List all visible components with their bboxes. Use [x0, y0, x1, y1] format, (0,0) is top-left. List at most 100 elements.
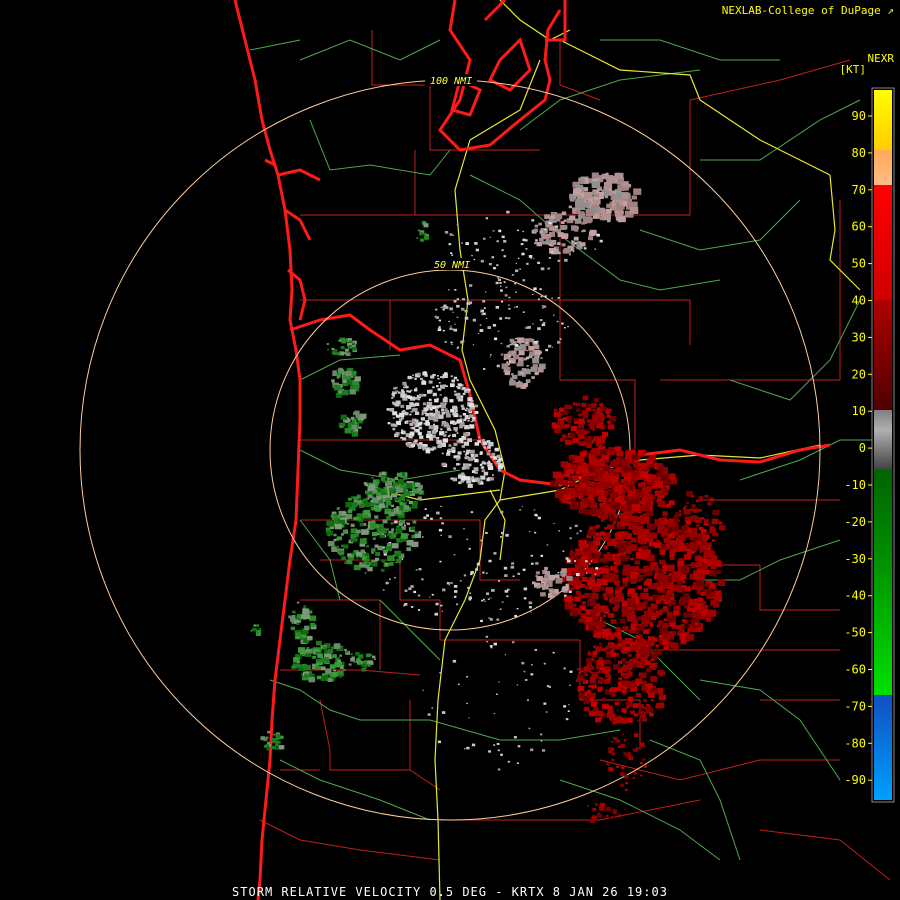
- echo-pixel: [440, 534, 442, 536]
- echo-pixel: [638, 463, 642, 467]
- echo-pixel: [537, 261, 541, 264]
- echo-pixel: [621, 657, 626, 662]
- echo-pixel: [561, 322, 564, 325]
- echo-pixel: [658, 692, 664, 697]
- echo-pixel: [586, 419, 590, 422]
- echo-pixel: [452, 234, 454, 236]
- echo-pixel: [500, 753, 503, 756]
- echo-pixel: [569, 215, 576, 221]
- scale-tick-label: 50: [852, 257, 866, 271]
- echo-pixel: [635, 747, 639, 750]
- echo-pixel: [621, 606, 628, 612]
- echo-pixel: [583, 247, 587, 250]
- echo-pixel: [431, 593, 434, 596]
- echo-pixel: [604, 195, 609, 199]
- echo-pixel: [614, 210, 623, 217]
- echo-pixel: [526, 262, 529, 265]
- echo-pixel: [562, 249, 568, 254]
- echo-pixel: [617, 635, 622, 639]
- echo-pixel: [646, 523, 656, 531]
- echo-pixel: [395, 386, 398, 389]
- echo-pixel: [511, 352, 514, 355]
- echo-pixel: [608, 747, 613, 751]
- echo-pixel: [636, 624, 645, 632]
- echo-pixel: [568, 590, 572, 593]
- echo-pixel: [363, 509, 371, 516]
- echo-pixel: [351, 424, 358, 430]
- echo-pixel: [597, 578, 603, 584]
- echo-pixel: [696, 626, 703, 632]
- echo-pixel: [655, 610, 663, 616]
- echo-pixel: [435, 415, 439, 418]
- credit-label[interactable]: NEXLAB-College of DuPage ↗: [722, 4, 894, 17]
- echo-pixel: [469, 284, 473, 287]
- echo-pixel: [712, 532, 717, 536]
- scale-tick-label: -70: [844, 699, 866, 713]
- echo-pixel: [606, 533, 610, 536]
- echo-pixel: [578, 507, 587, 514]
- echo-pixel: [618, 716, 623, 721]
- echo-pixel: [334, 643, 341, 649]
- echo-pixel: [578, 539, 588, 547]
- echo-pixel: [256, 624, 260, 627]
- echo-pixel: [508, 307, 511, 310]
- echo-pixel: [522, 339, 527, 342]
- echo-pixel: [548, 257, 551, 259]
- echo-pixel: [636, 683, 640, 687]
- echo-pixel: [617, 596, 625, 602]
- echo-pixel: [408, 390, 411, 393]
- credit-text[interactable]: NEXLAB-College of DuPage: [722, 4, 881, 17]
- units-label: [KT]: [839, 63, 867, 76]
- echo-pixel: [587, 529, 596, 536]
- echo-pixel: [701, 604, 709, 611]
- echo-pixel: [594, 248, 597, 250]
- echo-pixel: [406, 539, 414, 546]
- echo-pixel: [464, 316, 469, 320]
- echo-pixel: [404, 524, 406, 527]
- echo-pixel: [518, 357, 524, 362]
- echo-pixel: [569, 527, 572, 530]
- echo-pixel: [632, 657, 635, 660]
- echo-pixel: [532, 581, 536, 585]
- echo-pixel: [576, 408, 581, 412]
- echo-pixel: [406, 421, 409, 424]
- echo-pixel: [594, 536, 600, 541]
- echo-pixel: [563, 494, 572, 501]
- echo-pixel: [437, 377, 440, 380]
- echo-pixel: [432, 392, 437, 397]
- echo-pixel: [386, 528, 389, 531]
- echo-pixel: [436, 511, 440, 515]
- echo-pixel: [412, 441, 415, 443]
- echo-pixel: [396, 487, 403, 493]
- echo-pixel: [632, 748, 635, 751]
- echo-pixel: [506, 595, 509, 598]
- echo-pixel: [623, 752, 628, 756]
- echo-pixel: [568, 455, 573, 459]
- echo-pixel: [420, 377, 423, 381]
- external-link-icon[interactable]: ↗: [887, 4, 894, 17]
- echo-pixel: [501, 363, 509, 369]
- echo-pixel: [622, 625, 629, 631]
- echo-pixel: [565, 583, 569, 587]
- echo-pixel: [344, 648, 347, 651]
- echo-pixel: [690, 515, 698, 521]
- echo-pixel: [338, 674, 343, 678]
- echo-pixel: [339, 654, 342, 657]
- echo-pixel: [465, 407, 468, 410]
- echo-pixel: [428, 425, 434, 430]
- echo-pixel: [606, 408, 612, 413]
- echo-pixel: [511, 373, 514, 376]
- echo-pixel: [456, 347, 459, 349]
- echo-pixel: [615, 172, 624, 179]
- echo-pixel: [366, 545, 370, 548]
- echo-pixel: [643, 765, 648, 768]
- echo-pixel: [530, 673, 534, 676]
- echo-pixel: [298, 647, 306, 653]
- echo-pixel: [530, 748, 534, 752]
- echo-pixel: [621, 193, 629, 199]
- echo-pixel: [453, 467, 456, 470]
- echo-pixel: [657, 702, 665, 709]
- echo-pixel: [645, 533, 652, 538]
- echo-pixel: [719, 525, 726, 531]
- echo-pixel: [600, 802, 606, 807]
